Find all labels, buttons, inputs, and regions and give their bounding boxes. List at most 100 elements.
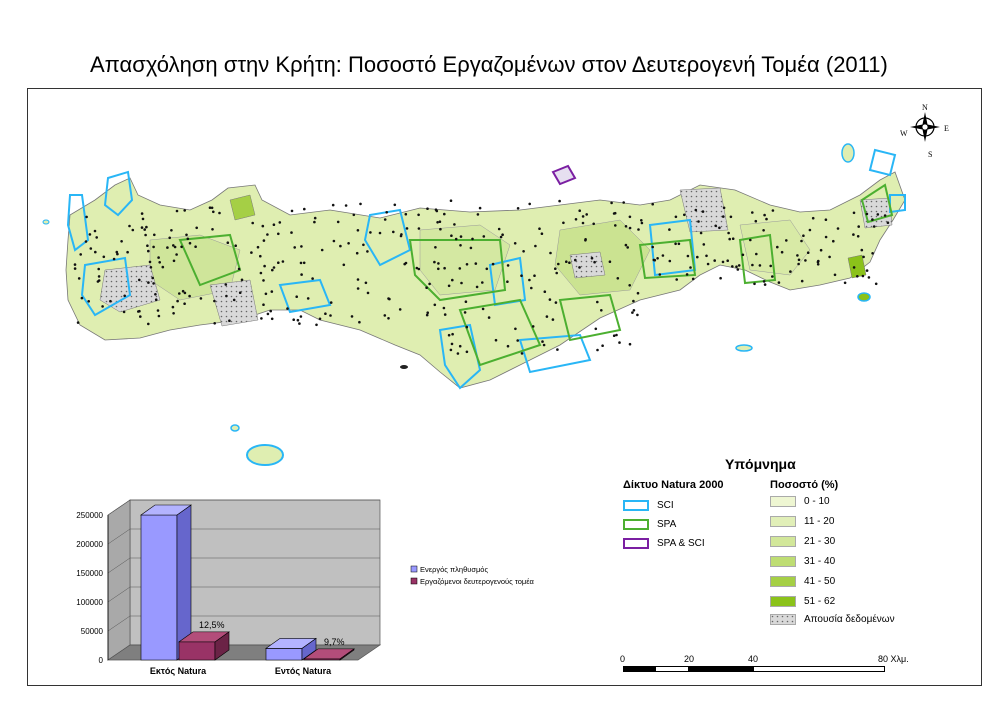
settlement-point <box>631 311 634 314</box>
settlement-point <box>651 202 654 206</box>
settlement-point <box>722 206 726 210</box>
settlement-point <box>886 221 890 224</box>
settlement-point <box>139 315 142 318</box>
small-islet <box>400 365 408 369</box>
settlement-point <box>181 289 185 293</box>
settlement-point <box>143 228 146 231</box>
settlement-point <box>701 210 705 213</box>
settlement-point <box>628 284 631 287</box>
settlement-point <box>157 256 160 259</box>
settlement-point <box>77 277 81 280</box>
settlement-point <box>277 261 280 265</box>
settlement-point <box>528 202 531 206</box>
settlement-point <box>306 297 310 300</box>
settlement-point <box>763 283 767 286</box>
legend-label: SPA <box>657 519 677 530</box>
settlement-point <box>862 255 865 259</box>
settlement-point <box>856 235 860 238</box>
compass-s: S <box>928 150 932 159</box>
settlement-point <box>456 352 460 355</box>
settlement-point <box>545 315 549 318</box>
y-tick-label: 0 <box>99 656 104 665</box>
settlement-point <box>776 245 779 249</box>
settlement-point <box>296 318 300 322</box>
settlement-point <box>754 219 758 223</box>
settlement-point <box>808 228 812 232</box>
settlement-point <box>819 248 823 252</box>
settlement-point <box>329 301 333 304</box>
settlement-point <box>400 233 403 236</box>
settlement-point <box>140 226 144 229</box>
settlement-point <box>315 323 318 327</box>
gavdos-island <box>246 444 284 466</box>
settlement-point <box>596 300 599 304</box>
settlement-point <box>183 302 186 306</box>
settlement-point <box>702 243 706 246</box>
settlement-point <box>313 216 317 220</box>
settlement-point <box>543 290 547 294</box>
settlement-point <box>816 263 820 266</box>
spa-sci-islet <box>551 164 577 186</box>
settlement-point <box>520 352 524 355</box>
settlement-point <box>437 262 440 265</box>
settlement-point <box>213 299 216 303</box>
settlement-point <box>350 315 354 318</box>
settlement-point <box>262 303 265 307</box>
settlement-point <box>506 264 510 267</box>
settlement-point <box>172 259 176 263</box>
x-category-label: Εκτός Natura <box>150 666 207 676</box>
settlement-point <box>600 309 603 312</box>
settlement-point <box>210 206 214 210</box>
settlement-point <box>464 300 468 304</box>
settlement-point <box>228 319 231 323</box>
settlement-point <box>290 231 293 234</box>
settlement-point <box>686 254 690 258</box>
settlement-point <box>387 297 390 300</box>
settlement-point <box>454 237 458 241</box>
spa-swatch <box>623 519 649 530</box>
settlement-point <box>364 281 368 285</box>
compass-rose <box>910 112 940 142</box>
settlement-point <box>188 294 191 298</box>
settlement-point <box>141 217 145 221</box>
settlement-point <box>137 310 140 313</box>
settlement-point <box>176 299 179 303</box>
settlement-point <box>705 254 708 258</box>
settlement-point <box>661 254 665 257</box>
settlement-point <box>741 253 745 257</box>
settlement-point <box>538 227 541 230</box>
settlement-point <box>102 255 106 259</box>
settlement-point <box>299 261 303 265</box>
legend-item-nodata: Απουσία δεδομένων <box>770 612 895 627</box>
settlement-point <box>867 276 871 279</box>
settlement-point <box>126 250 129 254</box>
settlement-point <box>668 259 672 263</box>
settlement-point <box>270 290 274 293</box>
legend-label: 31 - 40 <box>804 556 836 567</box>
pct-swatch <box>770 556 796 567</box>
settlement-point <box>161 265 165 269</box>
settlement-point <box>637 228 640 231</box>
settlement-point <box>549 251 552 255</box>
settlement-point <box>624 243 628 247</box>
settlement-point <box>292 318 296 322</box>
settlement-point <box>636 313 639 317</box>
settlement-point <box>172 244 175 247</box>
settlement-point <box>404 261 408 265</box>
settlement-point <box>514 327 517 331</box>
settlement-point <box>256 245 260 249</box>
settlement-point <box>290 209 294 213</box>
scale-tick-0: 0 <box>620 654 625 664</box>
legend-label: 41 - 50 <box>804 576 836 587</box>
legend-item-pct-3: 21 - 30 <box>770 534 835 549</box>
settlement-point <box>843 281 847 285</box>
settlement-point <box>865 212 869 216</box>
settlement-point <box>96 280 100 283</box>
settlement-point <box>816 260 820 264</box>
settlement-point <box>140 212 144 215</box>
settlement-point <box>447 333 451 337</box>
compass-w: W <box>900 129 908 138</box>
settlement-point <box>355 251 359 255</box>
settlement-point <box>277 232 280 236</box>
settlement-point <box>626 246 629 249</box>
